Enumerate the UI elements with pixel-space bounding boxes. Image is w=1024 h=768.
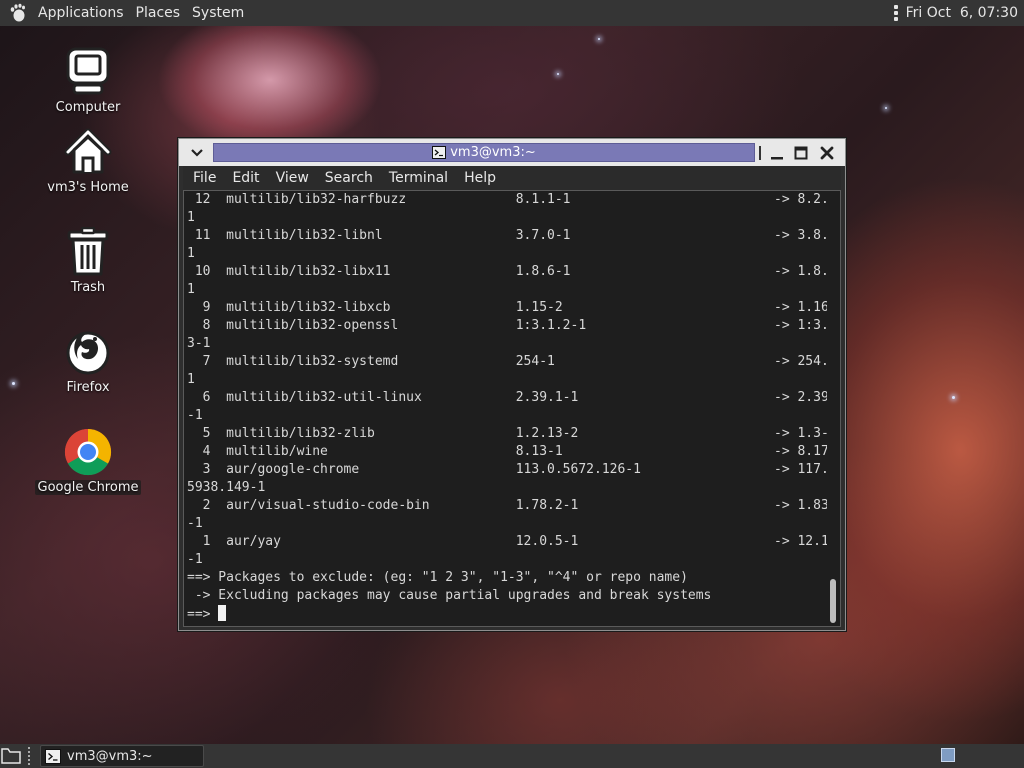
star [557, 73, 559, 75]
star [885, 107, 887, 109]
window-title-text: vm3@vm3:~ [450, 145, 536, 160]
desktop-icon-label: Trash [70, 280, 106, 295]
close-icon [820, 146, 834, 159]
terminal-line: 4 multilib/wine 8.13-1 -> 8.17-1 [187, 444, 827, 459]
chrome-icon [62, 426, 114, 478]
terminal-line: 6 multilib/lib32-util-linux 2.39.1-1 -> … [187, 390, 827, 405]
scrollbar-thumb[interactable] [830, 579, 836, 623]
menu-edit[interactable]: Edit [224, 166, 267, 190]
terminal-line: 7 multilib/lib32-systemd 254-1 -> 254.5- [187, 354, 827, 369]
show-desktop-button[interactable] [0, 745, 22, 767]
titlebar-separator [759, 146, 761, 160]
terminal-line: -> Excluding packages may cause partial … [187, 588, 712, 603]
terminal-menubar: File Edit View Search Terminal Help [183, 166, 841, 190]
kebab-menu-icon[interactable] [893, 5, 898, 21]
desktop-icon-label: Firefox [66, 380, 110, 395]
system-menu[interactable]: System [186, 0, 250, 26]
window-title[interactable]: vm3@vm3:~ [213, 143, 755, 162]
terminal-line: 1 [187, 246, 195, 261]
star [598, 38, 600, 40]
home-icon [62, 126, 114, 178]
star [952, 396, 955, 399]
window-titlebar[interactable]: vm3@vm3:~ [179, 139, 845, 166]
terminal-prompt-line[interactable]: ==> [187, 605, 827, 624]
terminal-output[interactable]: 12 multilib/lib32-harfbuzz 8.1.1-1 -> 8.… [187, 191, 827, 626]
terminal-line: 3-1 [187, 336, 211, 351]
terminal-line: ==> Packages to exclude: (eg: "1 2 3", "… [187, 570, 688, 585]
trash-icon [62, 226, 114, 278]
minimize-button[interactable] [767, 143, 787, 162]
chevron-down-icon [191, 148, 203, 157]
menu-view[interactable]: View [268, 166, 317, 190]
taskbar-handle[interactable] [28, 747, 34, 765]
terminal-line: 1 [187, 210, 195, 225]
desktop-icon-google-chrome[interactable]: Google Chrome [33, 426, 143, 495]
terminal-icon [432, 146, 447, 159]
clock[interactable]: Fri Oct 6, 07:30 [906, 5, 1018, 21]
terminal-area[interactable]: 12 multilib/lib32-harfbuzz 8.1.1-1 -> 8.… [183, 190, 841, 627]
desktop-icon-label: Computer [55, 100, 121, 115]
terminal-icon [45, 748, 61, 764]
computer-icon [62, 46, 114, 98]
terminal-line: 1 aur/yay 12.0.5-1 -> 12.1.3 [187, 534, 827, 549]
maximize-button[interactable] [791, 143, 811, 162]
terminal-line: 5938.149-1 [187, 480, 266, 495]
terminal-line: 8 multilib/lib32-openssl 1:3.1.2-1 -> 1:… [187, 318, 827, 333]
close-button[interactable] [817, 143, 837, 162]
folder-icon [1, 748, 21, 764]
terminal-line: -1 [187, 516, 203, 531]
star [12, 382, 15, 385]
firefox-icon [62, 326, 114, 378]
terminal-line: 3 aur/google-chrome 113.0.5672.126-1 -> … [187, 462, 827, 477]
terminal-cursor [218, 605, 227, 621]
window-menu-button[interactable] [183, 143, 211, 162]
terminal-line: 10 multilib/lib32-libx11 1.8.6-1 -> 1.8.… [187, 264, 827, 279]
gnome-foot-icon[interactable] [8, 3, 28, 23]
applications-menu[interactable]: Applications [32, 0, 130, 26]
terminal-line: 5 multilib/lib32-zlib 1.2.13-2 -> 1.3-1 [187, 426, 827, 441]
terminal-scrollbar[interactable] [828, 191, 838, 626]
menu-terminal[interactable]: Terminal [381, 166, 456, 190]
desktop-icon-label: Google Chrome [34, 480, 142, 495]
places-menu[interactable]: Places [130, 0, 187, 26]
workspace-switcher[interactable] [941, 748, 955, 762]
terminal-line: 2 aur/visual-studio-code-bin 1.78.2-1 ->… [187, 498, 827, 513]
bottom-panel: vm3@vm3:~ [0, 744, 1024, 768]
terminal-line: 1 [187, 282, 195, 297]
terminal-line: 1 [187, 372, 195, 387]
minimize-icon [771, 156, 783, 159]
maximize-icon [794, 146, 808, 159]
terminal-line: 11 multilib/lib32-libnl 3.7.0-1 -> 3.8.0… [187, 228, 827, 243]
terminal-line: -1 [187, 552, 203, 567]
desktop-icon-firefox[interactable]: Firefox [33, 326, 143, 395]
desktop-icon-label: vm3's Home [47, 180, 129, 195]
terminal-line: 12 multilib/lib32-harfbuzz 8.1.1-1 -> 8.… [187, 192, 827, 207]
desktop-icon-home[interactable]: vm3's Home [33, 126, 143, 195]
terminal-line: -1 [187, 408, 203, 423]
top-panel: Applications Places System Fri Oct 6, 07… [0, 0, 1024, 26]
desktop-icon-computer[interactable]: Computer [33, 46, 143, 115]
taskbar-terminal-button[interactable]: vm3@vm3:~ [40, 745, 204, 767]
desktop-icon-trash[interactable]: Trash [33, 226, 143, 295]
menu-help[interactable]: Help [456, 166, 504, 190]
menu-file[interactable]: File [183, 166, 224, 190]
terminal-window[interactable]: vm3@vm3:~ File Edit View Search Terminal… [178, 138, 846, 631]
panel-right: Fri Oct 6, 07:30 [893, 0, 1024, 26]
terminal-line: 9 multilib/lib32-libxcb 1.15-2 -> 1.16-1 [187, 300, 827, 315]
menu-search[interactable]: Search [317, 166, 381, 190]
taskbar-button-label: vm3@vm3:~ [67, 748, 153, 764]
terminal-prompt: ==> [187, 607, 219, 622]
